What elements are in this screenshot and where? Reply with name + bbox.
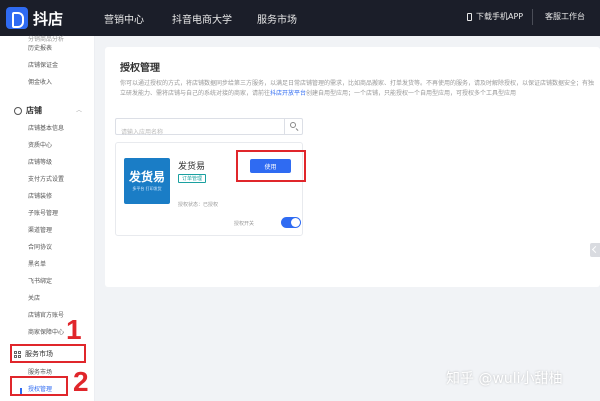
scroll-left-arrow[interactable] <box>590 243 600 257</box>
app-logo-text: 发货易 <box>128 170 165 184</box>
doudian-logo-icon <box>6 7 28 29</box>
search-input[interactable] <box>116 125 284 140</box>
brand-logo[interactable]: 抖店 <box>6 7 63 29</box>
chevron-up-icon: ︿ <box>76 107 83 114</box>
phone-icon <box>467 12 472 21</box>
sidebar-section-store-label: 店铺 <box>26 106 42 115</box>
sidebar-item-store-level[interactable]: 店铺等级 <box>28 157 52 166</box>
sidebar-item-subaccount[interactable]: 子账号管理 <box>28 208 58 217</box>
nav-marketing-center[interactable]: 营销中心 <box>104 11 144 26</box>
sidebar-item-payment-settings[interactable]: 支付方式设置 <box>28 174 64 183</box>
sidebar-item-store-info[interactable]: 店铺基本信息 <box>28 123 64 132</box>
app-logo-subtext: 多平台 打印发货 <box>132 186 162 191</box>
service-desk-link[interactable]: 客服工作台 <box>545 11 585 22</box>
annotation-box-use-button <box>236 150 306 182</box>
store-icon <box>14 106 22 115</box>
sidebar-item-commission[interactable]: 佣金收入 <box>28 77 52 86</box>
page-title: 授权管理 <box>120 63 160 74</box>
top-navigation-bar: 抖店 营销中心 抖音电商大学 服务市场 下载手机APP 客服工作台 <box>0 0 600 36</box>
auth-toggle[interactable] <box>281 217 301 228</box>
sidebar-item-contract[interactable]: 合同协议 <box>28 242 52 251</box>
sidebar-item-close-store[interactable]: 关店 <box>28 293 40 302</box>
app-category-tag: 订单管理 <box>178 174 207 183</box>
nav-service-market[interactable]: 服务市场 <box>257 11 297 26</box>
sidebar-item-store-deposit[interactable]: 店铺保证金 <box>28 60 58 69</box>
download-app-link[interactable]: 下载手机APP <box>467 11 523 22</box>
sidebar-section-store[interactable]: 店铺 ︿ <box>14 105 82 116</box>
auth-status: 授权状态：已授权 <box>178 202 219 208</box>
app-name: 发货易 <box>178 162 206 172</box>
watermark: 知乎 @wuli小甜柚 <box>446 371 563 387</box>
annotation-box-service-market <box>10 344 86 363</box>
search-icon <box>290 122 296 128</box>
sidebar-item-store-decoration[interactable]: 店铺装修 <box>28 191 52 200</box>
description-text-2: 创建自用型应用；一个店铺，只能授权一个自用型应用，可授权多个工具型应用 <box>306 90 517 97</box>
annotation-number-two: 2 <box>73 366 89 397</box>
download-app-label: 下载手机APP <box>476 12 524 21</box>
annotation-number-one: 1 <box>66 314 82 345</box>
sidebar-item-channel[interactable]: 渠道管理 <box>28 225 52 234</box>
sidebar-item-blacklist[interactable]: 黑名单 <box>28 259 46 268</box>
sidebar-item-merchant-guarantee[interactable]: 商家保障中心 <box>28 327 64 336</box>
search-button[interactable] <box>284 119 302 134</box>
auth-management-panel: 授权管理 你可以通过授权的方式，将店铺数据同步给第三方服务，以满足日常店铺管理的… <box>105 47 600 287</box>
search-box <box>115 118 303 140</box>
toggle-knob <box>291 218 300 227</box>
topbar-divider <box>532 9 533 25</box>
panel-description: 你可以通过授权的方式，将店铺数据同步给第三方服务，以满足日常店铺管理的需求，比如… <box>120 79 595 115</box>
sidebar-item-qualification[interactable]: 资质中心 <box>28 140 52 149</box>
sidebar-item-service-market[interactable]: 服务市场 <box>28 367 52 376</box>
sidebar-item-history-report[interactable]: 历史报表 <box>28 43 52 52</box>
brand-name: 抖店 <box>33 9 64 28</box>
sidebar-item-cut[interactable]: 分销商品分析 <box>28 34 64 43</box>
app-logo[interactable]: 发货易 多平台 打印发货 <box>124 158 170 204</box>
sidebar-item-official-account[interactable]: 店铺官方账号 <box>28 310 64 319</box>
nav-ecommerce-university[interactable]: 抖音电商大学 <box>172 11 232 26</box>
open-platform-link[interactable]: 抖店开放平台 <box>270 90 306 97</box>
sidebar-item-feishu[interactable]: 飞书绑定 <box>28 276 52 285</box>
annotation-box-auth-management <box>10 376 68 396</box>
auth-toggle-label: 授权开关 <box>234 221 255 227</box>
